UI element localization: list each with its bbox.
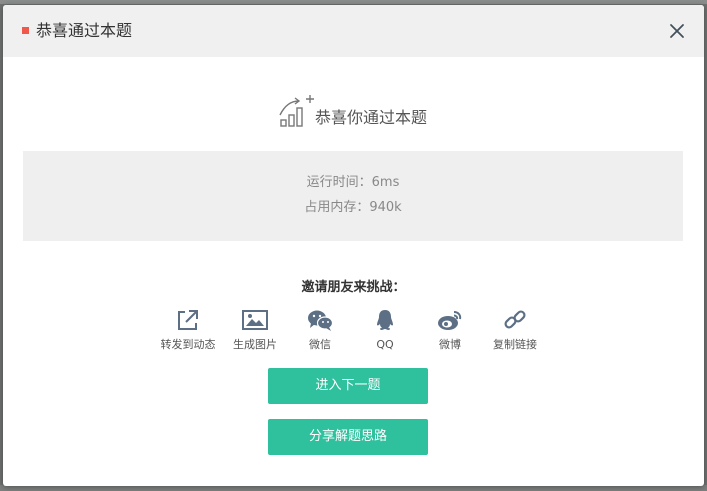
share-label: 转发到动态 [160, 338, 216, 351]
generate-image-button[interactable]: 生成图片 [220, 308, 290, 358]
title-marker [22, 27, 29, 34]
link-icon [504, 310, 526, 329]
success-dialog: 恭喜通过本题 恭喜你通过本题 运行时间：6ms 占用内存：940k 邀请朋友来挑… [3, 5, 704, 486]
share-to-feed-button[interactable]: 转发到动态 [153, 308, 223, 358]
image-icon [242, 310, 268, 330]
share-solution-button[interactable]: 分享解题思路 [268, 419, 428, 455]
share-label: 微信 [309, 338, 331, 351]
weibo-icon [438, 311, 462, 330]
chart-up-icon [277, 93, 317, 131]
success-message: 恭喜你通过本题 [315, 108, 428, 127]
share-qq-button[interactable]: QQ [350, 308, 420, 358]
share-label: 生成图片 [233, 338, 277, 351]
wechat-icon [308, 310, 334, 331]
share-label: 复制链接 [493, 338, 537, 351]
run-stats-box: 运行时间：6ms 占用内存：940k [23, 151, 683, 241]
backdrop-top-strip [0, 0, 707, 4]
next-question-button[interactable]: 进入下一题 [268, 368, 428, 404]
share-label: 微博 [439, 338, 461, 351]
share-label: QQ [376, 338, 394, 351]
runtime-stat: 运行时间：6ms [306, 175, 400, 190]
invite-label: 邀请朋友来挑战： [301, 280, 406, 295]
memory-stat: 占用内存：940k [304, 200, 402, 215]
qq-icon [377, 310, 393, 330]
dialog-header: 恭喜通过本题 [3, 5, 704, 57]
close-icon [670, 24, 684, 38]
share-weibo-button[interactable]: 微博 [415, 308, 485, 358]
copy-link-button[interactable]: 复制链接 [480, 308, 550, 358]
external-share-icon [178, 310, 198, 330]
close-button[interactable] [667, 21, 687, 41]
share-wechat-button[interactable]: 微信 [285, 308, 355, 358]
dialog-title: 恭喜通过本题 [36, 21, 133, 40]
success-message-row: 恭喜你通过本题 [3, 93, 704, 133]
